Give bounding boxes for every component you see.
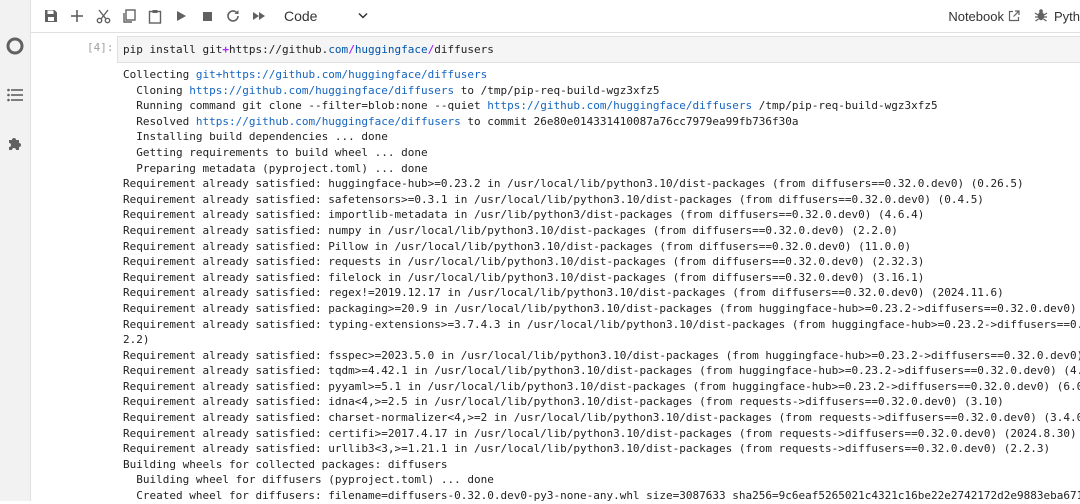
output-text: Cloning: [123, 83, 190, 97]
external-link-icon[interactable]: [1008, 7, 1020, 26]
output-line: Requirement already satisfied: idna<4,>=…: [123, 394, 1080, 410]
output-text: Requirement already satisfied: fsspec>=2…: [123, 348, 1080, 362]
left-sidebar: [0, 0, 31, 501]
code-operator: +: [222, 43, 229, 56]
output-line: Requirement already satisfied: regex!=20…: [123, 285, 1080, 301]
output-text: Requirement already satisfied: tqdm>=4.4…: [123, 364, 1080, 378]
output-line: Requirement already satisfied: Pillow in…: [123, 239, 1080, 255]
output-line: Preparing metadata (pyproject.toml) ... …: [123, 161, 1080, 177]
output-line: Requirement already satisfied: safetenso…: [123, 192, 1080, 208]
output-link[interactable]: https://github.com/huggingface/diffusers: [189, 84, 454, 97]
output-text: to /tmp/pip-req-build-wgz3xfz5: [454, 83, 660, 97]
output-link[interactable]: https://github.com/huggingface/diffusers: [196, 115, 461, 128]
output-text: Building wheel for diffusers (pyproject.…: [123, 473, 494, 487]
output-line: Getting requirements to build wheel ... …: [123, 145, 1080, 161]
output-line: Building wheel for diffusers (pyproject.…: [123, 472, 1080, 488]
output-text: Requirement already satisfied: Pillow in…: [123, 239, 912, 253]
output-line: Requirement already satisfied: certifi>=…: [123, 426, 1080, 442]
output-line: Resolved https://github.com/huggingface/…: [123, 114, 1080, 130]
output-text: Requirement already satisfied: filelock …: [123, 270, 925, 284]
running-kernels-icon[interactable]: [5, 36, 25, 56]
toolbar-right: Notebook Pyth: [948, 0, 1080, 32]
output-text: Requirement already satisfied: numpy in …: [123, 223, 898, 237]
output-text: Building wheels for collected packages: …: [123, 457, 448, 471]
cell-prompt: [4]:: [87, 41, 114, 54]
output-line: 2.2): [123, 332, 1080, 348]
chevron-down-icon: [358, 12, 368, 19]
output-line: Requirement already satisfied: packaging…: [123, 301, 1080, 317]
output-line: Requirement already satisfied: fsspec>=2…: [123, 348, 1080, 364]
output-line: Requirement already satisfied: pyyaml>=5…: [123, 379, 1080, 395]
stop-icon[interactable]: [194, 3, 220, 29]
output-line: Running command git clone --filter=blob:…: [123, 98, 1080, 114]
code-url-domain: com: [328, 43, 349, 56]
output-text: Created wheel for diffusers: filename=di…: [123, 489, 1080, 503]
output-line: Installing build dependencies ... done: [123, 129, 1080, 145]
output-line: Requirement already satisfied: urllib3<3…: [123, 441, 1080, 457]
save-icon[interactable]: [38, 3, 64, 29]
code-text: pip install git: [123, 43, 223, 56]
copy-icon[interactable]: [116, 3, 142, 29]
output-line: Requirement already satisfied: importlib…: [123, 207, 1080, 223]
output-text: Requirement already satisfied: regex!=20…: [123, 286, 1004, 300]
output-text: /tmp/pip-req-build-wgz3xfz5: [752, 99, 938, 113]
kernel-name[interactable]: Pyth: [1054, 9, 1080, 24]
output-text: Requirement already satisfied: safetenso…: [123, 192, 984, 206]
output-text: Requirement already satisfied: importlib…: [123, 208, 925, 222]
output-text: Requirement already satisfied: pyyaml>=5…: [123, 379, 1080, 393]
output-line: Requirement already satisfied: tqdm>=4.4…: [123, 363, 1080, 379]
notebook-toolbar: Code Notebook Pyth: [31, 0, 1080, 33]
notebook-link[interactable]: Notebook: [948, 9, 1004, 24]
code-url-repo: diffusers: [434, 43, 494, 56]
output-text: Requirement already satisfied: packaging…: [123, 301, 1077, 315]
output-text: Installing build dependencies ... done: [123, 130, 388, 144]
output-line: Building wheels for collected packages: …: [123, 457, 1080, 473]
output-line: Cloning https://github.com/huggingface/d…: [123, 83, 1080, 99]
output-line: Requirement already satisfied: requests …: [123, 254, 1080, 270]
output-line: Collecting git+https://github.com/huggin…: [123, 67, 1080, 83]
restart-icon[interactable]: [220, 3, 246, 29]
output-text: Requirement already satisfied: idna<4,>=…: [123, 395, 1004, 409]
output-link[interactable]: git+https://github.com/huggingface/diffu…: [196, 68, 487, 81]
cell-type-select[interactable]: Code: [280, 5, 372, 27]
output-text: Requirement already satisfied: charset-n…: [123, 411, 1080, 425]
output-line: Requirement already satisfied: filelock …: [123, 270, 1080, 286]
output-text: Requirement already satisfied: huggingfa…: [123, 177, 1024, 191]
output-text: Requirement already satisfied: typing-ex…: [123, 317, 1080, 331]
output-text: Requirement already satisfied: urllib3<3…: [123, 442, 1051, 456]
code-cell-input[interactable]: pip install git+https://github.com/huggi…: [117, 36, 1080, 63]
output-text: Preparing metadata (pyproject.toml) ... …: [123, 161, 428, 175]
cut-icon[interactable]: [90, 3, 116, 29]
output-text: Getting requirements to build wheel ... …: [123, 145, 428, 159]
output-text: to commit 26e80e014331410087a76cc7979ea9…: [460, 114, 799, 128]
table-of-contents-icon[interactable]: [5, 85, 25, 105]
output-text: Resolved: [123, 114, 196, 128]
output-line: Created wheel for diffusers: filename=di…: [123, 488, 1080, 504]
output-text: Requirement already satisfied: certifi>=…: [123, 426, 1077, 440]
output-line: Requirement already satisfied: huggingfa…: [123, 176, 1080, 192]
cell-output: Collecting git+https://github.com/huggin…: [123, 67, 1080, 504]
cell-type-value: Code: [284, 8, 318, 24]
notebook-area: [4]: pip install git+https://github.com/…: [31, 33, 1080, 504]
code-url-prefix: https://github.: [228, 43, 329, 56]
extensions-puzzle-icon[interactable]: [5, 134, 25, 154]
run-icon[interactable]: [168, 3, 194, 29]
output-text: Requirement already satisfied: requests …: [123, 255, 925, 269]
bug-icon[interactable]: [1034, 7, 1048, 26]
fast-forward-icon[interactable]: [246, 3, 272, 29]
output-line: Requirement already satisfied: numpy in …: [123, 223, 1080, 239]
add-cell-icon[interactable]: [64, 3, 90, 29]
output-line: Requirement already satisfied: typing-ex…: [123, 317, 1080, 333]
code-sep: /: [348, 43, 355, 56]
output-text: Running command git clone --filter=blob:…: [123, 99, 488, 113]
paste-icon[interactable]: [142, 3, 168, 29]
output-text: 2.2): [123, 333, 150, 347]
output-text: Collecting: [123, 68, 196, 81]
output-link[interactable]: https://github.com/huggingface/diffusers: [487, 99, 752, 112]
code-url-org: huggingface: [354, 43, 428, 56]
output-line: Requirement already satisfied: charset-n…: [123, 410, 1080, 426]
